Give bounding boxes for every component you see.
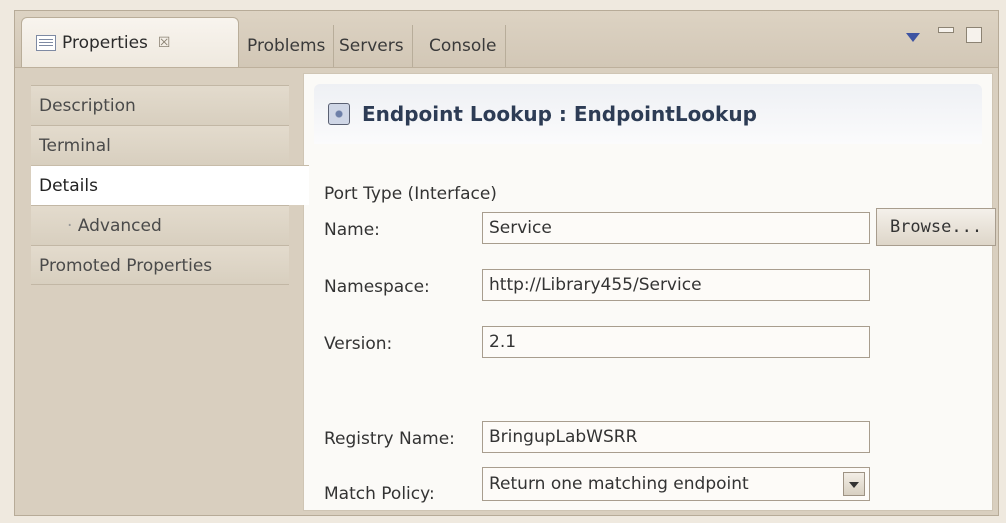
match-policy-select[interactable]: Return one matching endpoint: [482, 467, 870, 501]
section-promoted-properties-label: Promoted Properties: [39, 256, 213, 276]
panel-title: Endpoint Lookup : EndpointLookup: [362, 102, 757, 126]
version-field[interactable]: 2.1: [482, 326, 870, 358]
properties-view: Properties ☒ Problems Servers Console De…: [14, 10, 999, 516]
tab-console[interactable]: Console: [421, 25, 506, 67]
maximize-icon[interactable]: [966, 27, 982, 43]
section-list: Description Terminal Details Advanced Pr…: [31, 85, 309, 305]
version-label: Version:: [324, 334, 393, 354]
name-label: Name:: [324, 220, 380, 240]
registry-name-field[interactable]: BringupLabWSRR: [482, 421, 870, 453]
port-type-section-label: Port Type (Interface): [324, 184, 497, 204]
details-panel: Endpoint Lookup : EndpointLookup Port Ty…: [303, 73, 996, 511]
section-terminal[interactable]: Terminal: [31, 125, 289, 165]
tab-console-label: Console: [429, 36, 497, 56]
name-field[interactable]: Service: [482, 212, 870, 244]
tab-servers-label: Servers: [339, 36, 404, 56]
section-description-label: Description: [39, 96, 136, 116]
section-details-label: Details: [39, 176, 98, 196]
namespace-field[interactable]: http://Library455/Service: [482, 269, 870, 301]
close-icon[interactable]: ☒: [158, 35, 171, 51]
registry-name-label: Registry Name:: [324, 429, 455, 449]
endpoint-lookup-icon: [328, 103, 350, 125]
section-terminal-label: Terminal: [39, 136, 111, 156]
minimize-icon[interactable]: [938, 27, 954, 33]
section-promoted-properties[interactable]: Promoted Properties: [31, 245, 289, 285]
view-menu-icon[interactable]: [906, 33, 920, 42]
tab-servers[interactable]: Servers: [331, 25, 413, 67]
section-advanced-label: Advanced: [77, 216, 162, 236]
tab-properties-label: Properties: [62, 32, 148, 53]
section-description[interactable]: Description: [31, 85, 289, 125]
section-advanced[interactable]: Advanced: [31, 205, 289, 245]
panel-header: Endpoint Lookup : EndpointLookup: [314, 84, 982, 144]
properties-view-icon: [36, 34, 56, 51]
tab-problems[interactable]: Problems: [239, 25, 335, 67]
tab-problems-label: Problems: [247, 36, 326, 56]
namespace-label: Namespace:: [324, 277, 430, 297]
tab-bar: Properties ☒ Problems Servers Console: [15, 11, 998, 68]
tab-properties[interactable]: Properties ☒: [21, 17, 239, 67]
chevron-down-icon[interactable]: [843, 472, 865, 496]
section-details[interactable]: Details: [31, 165, 309, 205]
match-policy-label: Match Policy:: [324, 484, 435, 504]
match-policy-value: Return one matching endpoint: [489, 474, 749, 494]
browse-button[interactable]: Browse...: [876, 208, 996, 246]
